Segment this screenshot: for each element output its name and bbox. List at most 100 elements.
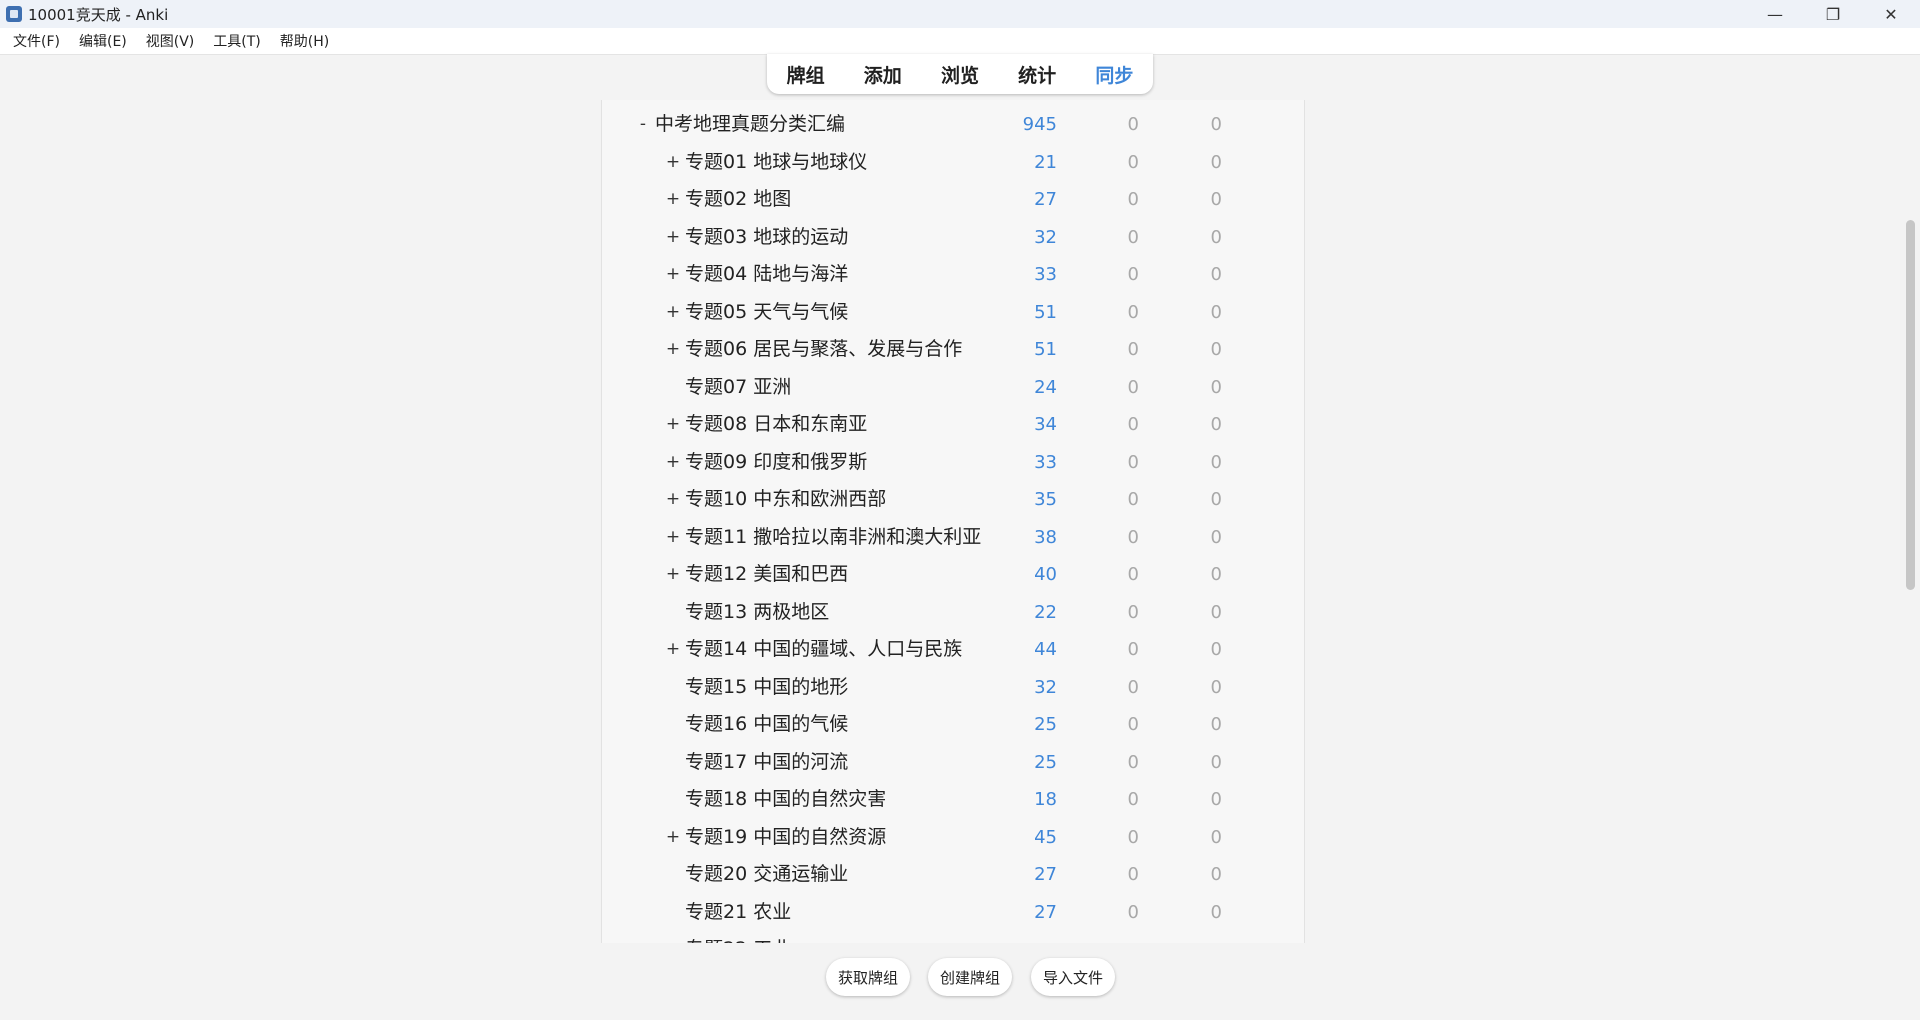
learn-count <box>1109 931 1139 943</box>
scrollbar-thumb[interactable] <box>1906 220 1915 590</box>
deck-row[interactable]: + 专题09 印度和俄罗斯 33 0 0 <box>602 444 1304 481</box>
deck-row[interactable]: + 专题10 中东和欧洲西部 35 0 0 <box>602 481 1304 518</box>
learn-count: 0 <box>1127 414 1139 435</box>
expand-toggle[interactable]: + <box>665 331 681 368</box>
close-button[interactable]: ✕ <box>1862 0 1920 28</box>
close-icon: ✕ <box>1884 4 1898 24</box>
toolbar-sync-button[interactable]: 同步 <box>1089 61 1139 88</box>
get-shared-decks-button[interactable]: 获取牌组 <box>826 958 910 996</box>
new-count: 51 <box>1034 301 1057 323</box>
deck-name[interactable]: 专题04 陆地与海洋 <box>685 256 848 293</box>
deck-name[interactable]: 专题14 中国的疆域、人口与民族 <box>685 631 962 668</box>
deck-row[interactable]: + 专题03 地球的运动 32 0 0 <box>602 219 1304 256</box>
due-count: 0 <box>1210 601 1222 623</box>
minimize-button[interactable]: — <box>1746 0 1804 28</box>
scrollbar[interactable] <box>1902 56 1920 946</box>
deck-row[interactable]: + 专题11 撒哈拉以南非洲和澳大利亚 38 0 0 <box>602 519 1304 556</box>
deck-row[interactable]: + 专题08 日本和东南亚 34 0 0 <box>602 406 1304 443</box>
toolbar-decks-button[interactable]: 牌组 <box>781 61 831 88</box>
create-deck-button[interactable]: 创建牌组 <box>928 958 1012 996</box>
expand-toggle[interactable]: + <box>665 444 681 481</box>
deck-name[interactable]: 专题02 地图 <box>685 181 791 218</box>
deck-row[interactable]: 专题07 亚洲 24 0 0 <box>602 369 1304 406</box>
expand-toggle <box>665 744 681 781</box>
deck-name[interactable]: 专题15 中国的地形 <box>685 669 848 706</box>
window-controls: — ❐ ✕ <box>1746 0 1920 28</box>
deck-row[interactable]: + 专题06 居民与聚落、发展与合作 51 0 0 <box>602 331 1304 368</box>
expand-toggle <box>665 706 681 743</box>
deck-name[interactable]: 专题12 美国和巴西 <box>685 556 848 593</box>
deck-row[interactable]: 专题17 中国的河流 25 0 0 <box>602 744 1304 781</box>
new-count: 25 <box>1034 714 1057 735</box>
deck-name[interactable]: 专题13 两极地区 <box>685 594 829 631</box>
expand-toggle[interactable]: + <box>665 481 681 518</box>
deck-row[interactable]: + 专题04 陆地与海洋 33 0 0 <box>602 256 1304 293</box>
expand-toggle[interactable]: + <box>665 519 681 556</box>
deck-name[interactable]: 专题22 工业 <box>685 931 791 943</box>
deck-name[interactable]: 专题06 居民与聚落、发展与合作 <box>685 331 962 368</box>
deck-name[interactable]: 专题03 地球的运动 <box>685 219 848 256</box>
learn-count: 0 <box>1127 676 1139 698</box>
deck-name[interactable]: 专题19 中国的自然资源 <box>685 819 886 856</box>
expand-toggle[interactable]: + <box>665 406 681 443</box>
deck-name[interactable]: 中考地理真题分类汇编 <box>655 106 845 143</box>
expand-toggle <box>665 781 681 818</box>
collapse-toggle[interactable]: - <box>635 106 651 143</box>
learn-count: 0 <box>1127 151 1139 173</box>
deck-name[interactable]: 专题17 中国的河流 <box>685 744 848 781</box>
expand-toggle[interactable]: + <box>665 631 681 668</box>
deck-name[interactable]: 专题05 天气与气候 <box>685 294 848 331</box>
new-count: 38 <box>1034 526 1057 548</box>
menu-help[interactable]: 帮助(H) <box>273 31 336 51</box>
menu-view[interactable]: 视图(V) <box>139 31 202 51</box>
deck-row[interactable]: + 专题05 天气与气候 51 0 0 <box>602 294 1304 331</box>
deck-row[interactable]: - 中考地理真题分类汇编 945 0 0 <box>602 106 1304 143</box>
expand-toggle <box>665 894 681 931</box>
expand-toggle[interactable]: + <box>665 294 681 331</box>
expand-toggle[interactable]: + <box>665 819 681 856</box>
deck-name[interactable]: 专题08 日本和东南亚 <box>685 406 867 443</box>
deck-row[interactable]: + 专题19 中国的自然资源 45 0 0 <box>602 819 1304 856</box>
deck-row[interactable]: 专题22 工业 <box>602 931 1304 943</box>
learn-count: 0 <box>1127 564 1139 585</box>
deck-row[interactable]: + 专题02 地图 27 0 0 <box>602 181 1304 218</box>
restore-button[interactable]: ❐ <box>1804 0 1862 28</box>
deck-name[interactable]: 专题16 中国的气候 <box>685 706 848 743</box>
deck-row[interactable]: + 专题12 美国和巴西 40 0 0 <box>602 556 1304 593</box>
expand-toggle[interactable]: + <box>665 256 681 293</box>
due-count: 0 <box>1210 826 1222 848</box>
deck-name[interactable]: 专题21 农业 <box>685 894 791 931</box>
deck-name[interactable]: 专题07 亚洲 <box>685 369 791 406</box>
new-count: 27 <box>1034 864 1057 885</box>
deck-row[interactable]: + 专题01 地球与地球仪 21 0 0 <box>602 144 1304 181</box>
deck-name[interactable]: 专题20 交通运输业 <box>685 856 848 893</box>
deck-row[interactable]: + 专题14 中国的疆域、人口与民族 44 0 0 <box>602 631 1304 668</box>
expand-toggle[interactable]: + <box>665 219 681 256</box>
deck-name[interactable]: 专题11 撒哈拉以南非洲和澳大利亚 <box>685 519 981 556</box>
deck-row[interactable]: 专题20 交通运输业 27 0 0 <box>602 856 1304 893</box>
expand-toggle[interactable]: + <box>665 181 681 218</box>
deck-name[interactable]: 专题18 中国的自然灾害 <box>685 781 886 818</box>
menu-file[interactable]: 文件(F) <box>6 31 67 51</box>
due-count <box>1192 931 1222 943</box>
expand-toggle <box>665 369 681 406</box>
expand-toggle[interactable]: + <box>665 556 681 593</box>
deck-name[interactable]: 专题10 中东和欧洲西部 <box>685 481 886 518</box>
toolbar-add-button[interactable]: 添加 <box>858 61 908 88</box>
deck-row[interactable]: 专题15 中国的地形 32 0 0 <box>602 669 1304 706</box>
toolbar-stats-button[interactable]: 统计 <box>1012 61 1062 88</box>
menu-tools[interactable]: 工具(T) <box>206 31 267 51</box>
expand-toggle[interactable]: + <box>665 144 681 181</box>
new-count: 33 <box>1034 264 1057 285</box>
deck-row[interactable]: 专题13 两极地区 22 0 0 <box>602 594 1304 631</box>
deck-row[interactable]: 专题21 农业 27 0 0 <box>602 894 1304 931</box>
toolbar-browse-button[interactable]: 浏览 <box>935 61 985 88</box>
learn-count: 0 <box>1127 114 1139 135</box>
deck-name[interactable]: 专题01 地球与地球仪 <box>685 144 867 181</box>
minimize-icon: — <box>1767 4 1783 24</box>
deck-row[interactable]: 专题16 中国的气候 25 0 0 <box>602 706 1304 743</box>
menu-edit[interactable]: 编辑(E) <box>72 31 134 51</box>
import-file-button[interactable]: 导入文件 <box>1031 958 1115 996</box>
deck-row[interactable]: 专题18 中国的自然灾害 18 0 0 <box>602 781 1304 818</box>
deck-name[interactable]: 专题09 印度和俄罗斯 <box>685 444 867 481</box>
